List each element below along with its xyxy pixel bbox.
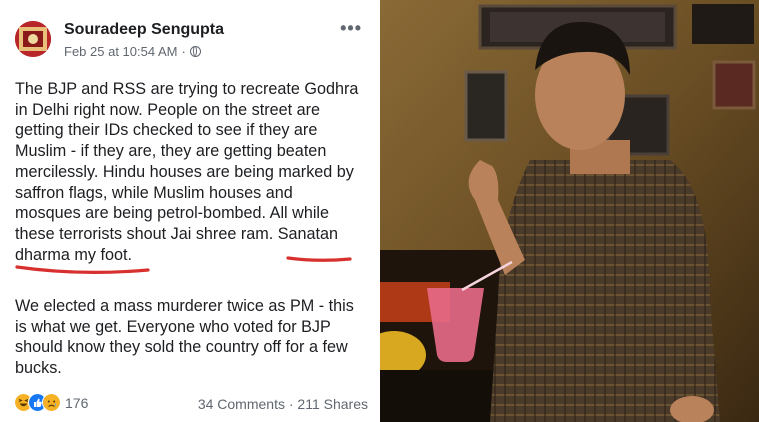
photo-illustration xyxy=(380,0,759,422)
shares-count[interactable]: 211 Shares xyxy=(297,396,368,412)
sad-reaction-icon xyxy=(42,393,61,412)
engagement-stats: 34 Comments · 211 Shares xyxy=(198,396,368,412)
comments-count[interactable]: 34 Comments xyxy=(198,396,285,412)
post-line: is what we get. Everyone who voted for B… xyxy=(15,317,331,336)
reaction-count: 176 xyxy=(65,394,89,411)
post-paragraph-2: We elected a mass murderer twice as PM -… xyxy=(15,296,375,379)
stats-separator: · xyxy=(288,396,294,412)
red-underline-dharma xyxy=(15,265,150,274)
profile-photo xyxy=(380,0,759,422)
reactions-summary[interactable]: 176 xyxy=(14,393,88,412)
facebook-post: Souradeep Sengupta Feb 25 at 10:54 AM · … xyxy=(0,0,380,422)
post-line: We elected a mass murderer twice as PM -… xyxy=(15,297,354,315)
post-line: should know they sold the country off fo… xyxy=(15,338,348,357)
red-underline-sanatan xyxy=(286,256,352,262)
post-line: bucks. xyxy=(15,359,62,378)
